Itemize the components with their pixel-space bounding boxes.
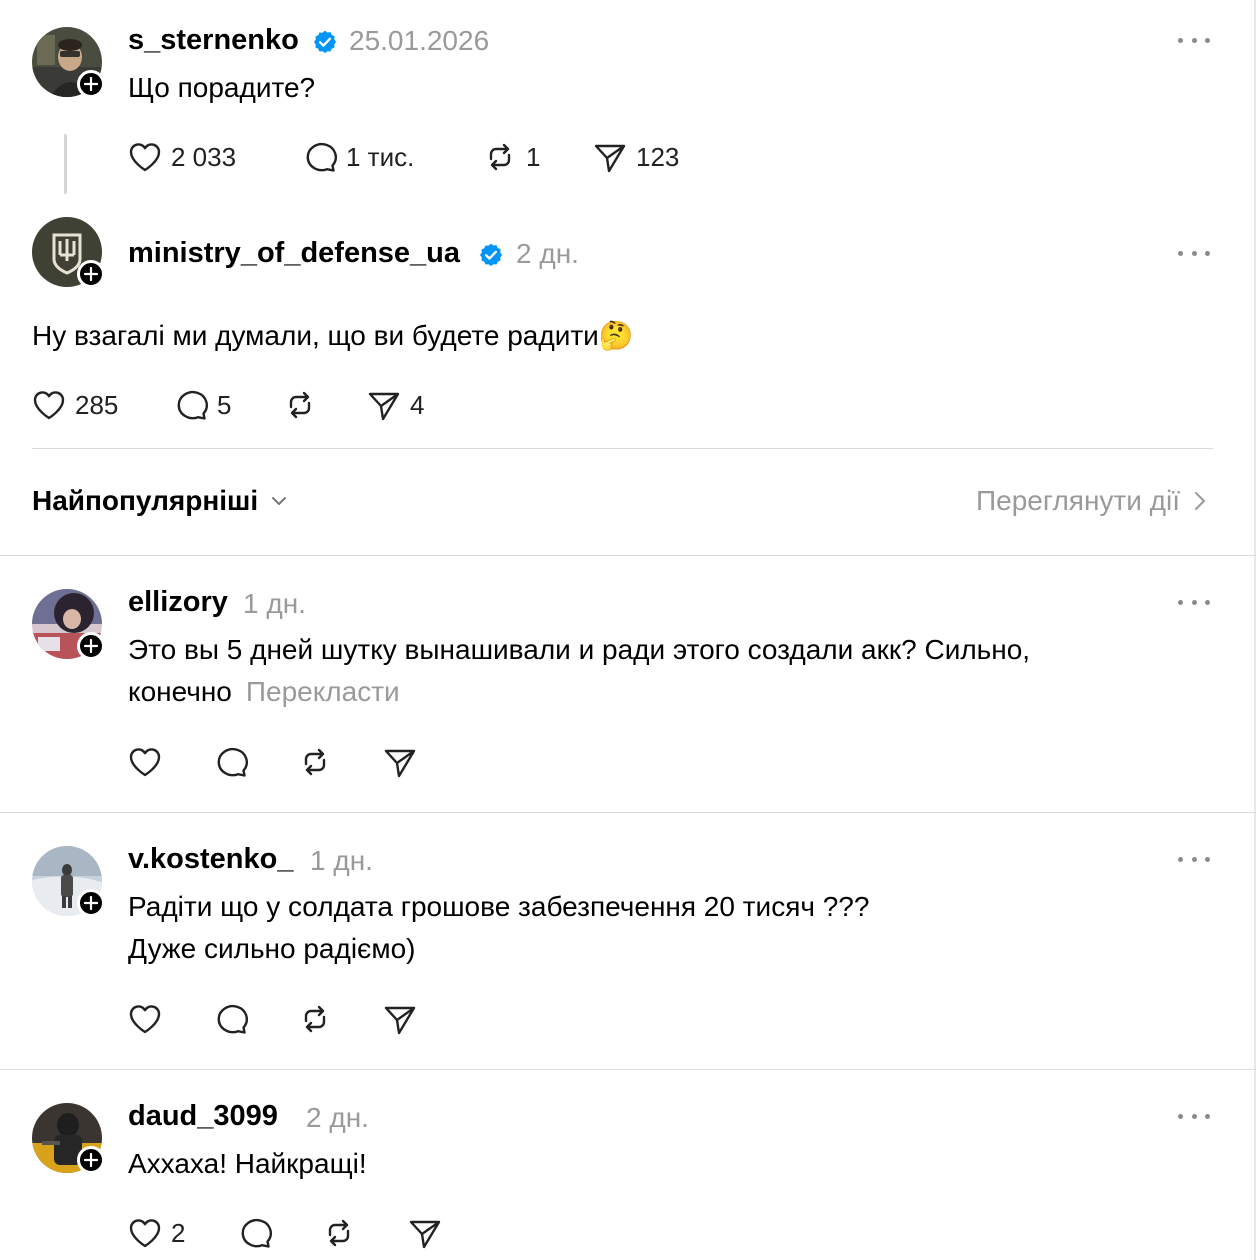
thread-page: s_sternenko 25.01.2026 Що порадите? 2 03… <box>0 0 1256 1260</box>
comment-icon <box>177 390 208 420</box>
like-button[interactable]: 2 033 <box>127 137 236 177</box>
reply-button[interactable] <box>213 742 249 782</box>
comment-text-line: Дуже сильно радіємо) <box>128 933 416 964</box>
share-button[interactable] <box>382 742 418 782</box>
like-button[interactable]: 2 <box>127 1213 185 1253</box>
repost-button[interactable] <box>297 999 333 1039</box>
heart-icon <box>33 391 65 420</box>
sort-dropdown[interactable]: Найпопулярніші <box>32 487 290 515</box>
share-button[interactable]: 123 <box>592 137 679 177</box>
view-activity-link[interactable]: Переглянути дії <box>976 487 1210 515</box>
comment-icon <box>217 747 248 777</box>
share-button[interactable] <box>382 999 418 1039</box>
more-options-button[interactable] <box>1178 248 1210 258</box>
repost-button[interactable] <box>282 385 318 425</box>
post-timestamp[interactable]: 2 дн. <box>516 240 579 268</box>
divider <box>0 1069 1256 1070</box>
more-options-button[interactable] <box>1178 35 1210 45</box>
username[interactable]: daud_3099 <box>128 1102 278 1131</box>
repost-icon <box>328 1219 350 1247</box>
repost-button[interactable] <box>321 1213 357 1253</box>
share-button[interactable] <box>407 1213 443 1253</box>
share-button[interactable]: 4 <box>366 385 424 425</box>
follow-button[interactable] <box>77 632 105 660</box>
comment-icon <box>241 1218 272 1248</box>
follow-button[interactable] <box>77 1146 105 1174</box>
post-timestamp[interactable]: 25.01.2026 <box>349 27 489 55</box>
comment-text-line: Это вы 5 дней шутку вынашивали и ради эт… <box>128 634 1031 665</box>
heart-icon <box>129 1219 161 1248</box>
divider <box>0 812 1256 813</box>
post-text: Ну взагалі ми думали, що ви будете радит… <box>32 320 634 351</box>
repost-icon <box>304 1005 326 1033</box>
follow-button[interactable] <box>77 889 105 917</box>
username[interactable]: ministry_of_defense_ua <box>128 239 460 268</box>
plus-icon <box>84 639 98 653</box>
comment-text: Радіти що у солдата грошове забезпечення… <box>128 886 1208 970</box>
post-text: Що порадите? <box>128 72 316 103</box>
reply-count: 5 <box>217 389 232 420</box>
repost-icon <box>304 748 326 776</box>
comment-icon <box>306 142 337 172</box>
share-count: 4 <box>410 389 425 420</box>
comment-text-line-2: конечно <box>128 676 232 707</box>
reply-button[interactable]: 5 <box>173 385 231 425</box>
more-options-button[interactable] <box>1178 854 1210 864</box>
like-count: 2 033 <box>171 141 237 172</box>
comment-timestamp[interactable]: 2 дн. <box>306 1104 369 1132</box>
chevron-right-icon <box>1195 492 1205 510</box>
like-count: 285 <box>75 389 119 420</box>
verified-badge-icon <box>479 243 503 267</box>
view-activity-label: Переглянути дії <box>976 485 1180 516</box>
send-icon <box>368 392 400 421</box>
share-count: 123 <box>636 141 680 172</box>
repost-button[interactable] <box>297 742 333 782</box>
send-icon <box>409 1220 441 1249</box>
heart-icon <box>129 143 161 172</box>
follow-button[interactable] <box>77 260 105 288</box>
sort-label: Найпопулярніші <box>32 485 259 516</box>
username[interactable]: s_sternenko <box>128 26 299 55</box>
comment-text-line: конечно Перекласти <box>128 671 1208 713</box>
comment-timestamp[interactable]: 1 дн. <box>310 847 373 875</box>
plus-icon <box>84 267 98 281</box>
username[interactable]: ellizory <box>128 588 228 617</box>
comment-text: Это вы 5 дней шутку вынашивали и ради эт… <box>128 629 1208 713</box>
reply-count: 1 тис. <box>346 141 415 172</box>
thread-line <box>64 134 67 194</box>
like-count: 2 <box>171 1217 186 1248</box>
username[interactable]: v.kostenko_ <box>128 845 293 874</box>
send-icon <box>384 749 416 778</box>
repost-button[interactable]: 1 <box>482 137 540 177</box>
comment-icon <box>217 1004 248 1034</box>
reply-button[interactable]: 1 тис. <box>302 137 414 177</box>
comment-timestamp[interactable]: 1 дн. <box>243 590 306 618</box>
heart-icon <box>129 748 161 777</box>
send-icon <box>384 1006 416 1035</box>
verified-badge-icon <box>313 30 337 54</box>
like-button[interactable] <box>127 742 163 782</box>
translate-link[interactable]: Перекласти <box>246 676 400 707</box>
comment-text-line: Радіти що у солдата грошове забезпечення… <box>128 891 870 922</box>
divider <box>0 555 1256 556</box>
like-button[interactable]: 285 <box>31 385 118 425</box>
send-icon <box>594 144 626 173</box>
comment-text: Аххаха! Найкращі! <box>128 1148 367 1179</box>
follow-button[interactable] <box>77 70 105 98</box>
chevron-down-icon <box>272 497 287 505</box>
repost-icon <box>289 391 311 419</box>
plus-icon <box>84 77 98 91</box>
reply-button[interactable] <box>237 1213 273 1253</box>
more-options-button[interactable] <box>1178 1111 1210 1121</box>
like-button[interactable] <box>127 999 163 1039</box>
reply-button[interactable] <box>213 999 249 1039</box>
plus-icon <box>84 896 98 910</box>
repost-icon <box>489 143 511 171</box>
plus-icon <box>84 1153 98 1167</box>
more-options-button[interactable] <box>1178 597 1210 607</box>
repost-count: 1 <box>526 141 541 172</box>
divider <box>32 448 1213 449</box>
heart-icon <box>129 1005 161 1034</box>
